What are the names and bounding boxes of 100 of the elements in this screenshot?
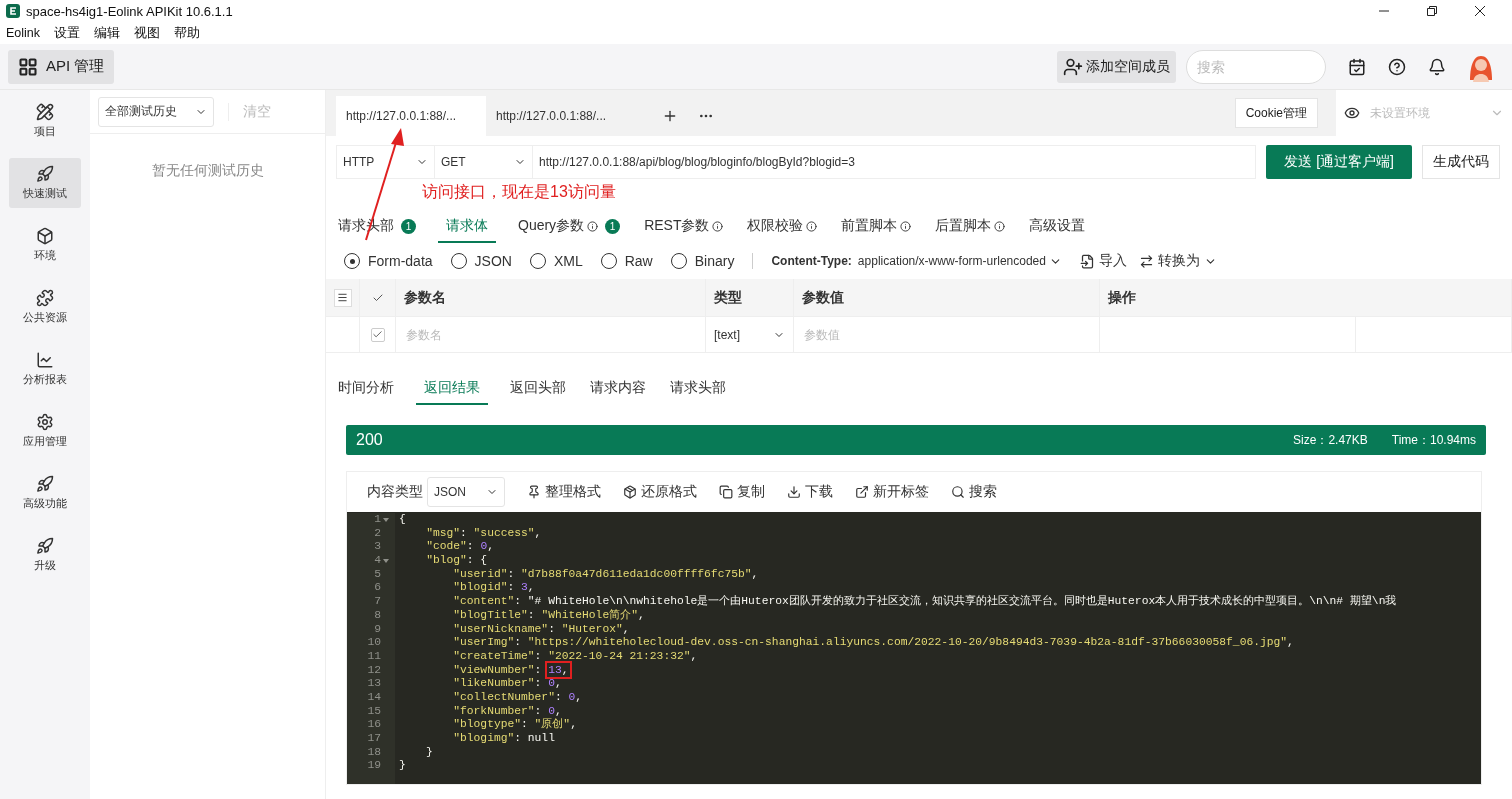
column-header: 参数值	[794, 279, 1100, 316]
result-tab[interactable]: 返回头部	[508, 375, 568, 405]
body-type-radio[interactable]: Form-data	[344, 253, 433, 269]
line-number: 16	[367, 718, 381, 732]
history-filter-select[interactable]: 全部测试历史	[98, 96, 214, 127]
search-field[interactable]: 搜索	[1186, 49, 1326, 84]
restore-icon[interactable]	[1426, 5, 1438, 17]
api-management-button[interactable]: API 管理	[8, 49, 115, 84]
close-icon[interactable]	[1474, 5, 1486, 17]
line-chart-icon	[36, 351, 54, 369]
method-select[interactable]: GET	[434, 145, 532, 179]
request-tab[interactable]: http://127.0.0.1:88/...	[486, 96, 636, 136]
count-badge: 1	[401, 218, 416, 234]
code-line: "msg": "success",	[425, 526, 542, 541]
nav-item[interactable]: 高级功能	[9, 468, 81, 518]
nav-item[interactable]: 分析报表	[9, 344, 81, 394]
param-tab[interactable]: REST参数	[642, 213, 726, 243]
line-number: 2	[374, 526, 381, 541]
response-action-button[interactable]: 整理格式	[527, 483, 601, 501]
help-icon[interactable]	[1388, 57, 1406, 76]
code-line: "createTime": "2022-10-24 21:23:32",	[452, 649, 698, 664]
nav-item[interactable]: 公共资源	[9, 282, 81, 332]
line-number: 8	[374, 608, 381, 623]
body-type-radio[interactable]: Raw	[600, 253, 653, 269]
import-button[interactable]: 导入	[1079, 252, 1127, 270]
response-action-button[interactable]: 下载	[787, 483, 833, 501]
convert-button[interactable]: 转换为	[1138, 252, 1217, 270]
body-type-radio[interactable]: Binary	[670, 253, 735, 269]
menu-item[interactable]: 帮助	[174, 24, 201, 42]
code-line: "likeNumber": 0,	[452, 677, 562, 691]
generate-code-button[interactable]: 生成代码	[1422, 145, 1500, 179]
result-tab[interactable]: 时间分析	[336, 375, 396, 405]
column-header: 参数名	[396, 279, 706, 316]
count-badge: 1	[605, 218, 621, 234]
result-tab[interactable]: 请求内容	[588, 375, 648, 405]
response-action-button[interactable]: 搜索	[951, 483, 997, 501]
protocol-select[interactable]: HTTP	[336, 145, 434, 179]
line-number: 18	[367, 745, 381, 760]
body-type-radio[interactable]: XML	[529, 253, 583, 269]
response-action-button[interactable]: 复制	[719, 483, 765, 501]
result-tab[interactable]: 请求头部	[668, 375, 728, 405]
code-line: "blog": {	[425, 554, 488, 568]
param-tab[interactable]: 前置脚本	[839, 213, 914, 243]
line-number: 4	[374, 554, 381, 568]
code-line: "userNickname": "Huterox",	[452, 622, 630, 637]
param-tab[interactable]: 高级设置	[1027, 213, 1088, 243]
package-icon	[623, 485, 637, 499]
param-tab[interactable]: Query参数 1	[516, 213, 623, 243]
param-value-field[interactable]: 参数值	[802, 326, 1091, 343]
param-tab[interactable]: 权限校验	[745, 213, 820, 243]
code-line: "viewNumber": 13,	[399, 663, 569, 678]
calendar-check-icon[interactable]	[1348, 57, 1366, 76]
line-number: 12	[367, 663, 381, 678]
add-member-button[interactable]: 添加空间成员	[1057, 50, 1176, 83]
code-line: "userImg": "https://whiteholecloud-dev.oss-cn-shanghai.aliyuncs.com/2022-10-20/9b8494d3-7039-4b2a-81df-37b66030058f_06.jpg",	[452, 636, 1294, 650]
content-type-select[interactable]: application/x-www-form-urlencoded	[857, 254, 1062, 268]
menu-item[interactable]: Eolink	[6, 26, 41, 40]
nav-item[interactable]: 快速测试	[9, 158, 81, 208]
nav-item[interactable]: 环境	[9, 220, 81, 270]
nav-item[interactable]: 应用管理	[9, 406, 81, 456]
format-select[interactable]: JSON	[427, 477, 505, 507]
grid-icon	[18, 56, 38, 77]
url-field[interactable]: http://127.0.0.1:88/api/blog/blog/bloginfo/blogById?blogid=3	[532, 145, 1257, 179]
menu-item[interactable]: 编辑	[94, 24, 121, 42]
code-editor[interactable]	[347, 512, 1481, 784]
menu-icon[interactable]	[333, 288, 352, 307]
type-select[interactable]: [text]	[706, 317, 793, 352]
code-line: "userid": "d7b88f0a47d611eda1dc00ffff6fc75b",	[452, 567, 759, 582]
code-line: "blogTitle": "WhiteHole简介",	[452, 608, 645, 623]
external-link-icon	[855, 485, 869, 499]
menu-item[interactable]: 视图	[134, 24, 161, 42]
fold-icon[interactable]	[383, 557, 389, 564]
line-number: 17	[367, 732, 381, 746]
send-button[interactable]: 发送 [通过客户端]	[1266, 145, 1412, 179]
response-time: Time：10.94ms	[1391, 431, 1476, 449]
copy-icon	[719, 485, 733, 499]
param-tab[interactable]: 后置脚本	[933, 213, 1008, 243]
request-tab[interactable]: http://127.0.0.1:88/...	[336, 96, 486, 136]
nav-item[interactable]: 项目	[9, 96, 81, 146]
line-number: 6	[374, 581, 381, 596]
response-action-button[interactable]: 还原格式	[623, 483, 697, 501]
bell-icon[interactable]	[1428, 57, 1446, 76]
cookie-button[interactable]: Cookie管理	[1234, 98, 1318, 128]
settings-icon	[36, 413, 54, 431]
line-number: 7	[374, 595, 381, 609]
line-number: 14	[367, 690, 381, 705]
line-number: 15	[367, 704, 381, 719]
menu-item[interactable]: 设置	[54, 24, 81, 42]
row-checkbox[interactable]	[370, 327, 385, 342]
param-tab[interactable]: 请求体	[438, 213, 496, 243]
content-type-label: 内容类型	[367, 483, 423, 501]
result-tab[interactable]: 返回结果	[416, 375, 488, 405]
param-name-field[interactable]: 参数名	[404, 326, 697, 343]
response-action-button[interactable]: 新开标签	[855, 483, 929, 501]
line-number: 9	[374, 622, 381, 637]
body-type-radio[interactable]: JSON	[450, 253, 512, 269]
fold-icon[interactable]	[383, 516, 389, 523]
line-number: 5	[374, 567, 381, 582]
rocket-icon	[36, 537, 54, 555]
nav-item[interactable]: 升级	[9, 530, 81, 580]
